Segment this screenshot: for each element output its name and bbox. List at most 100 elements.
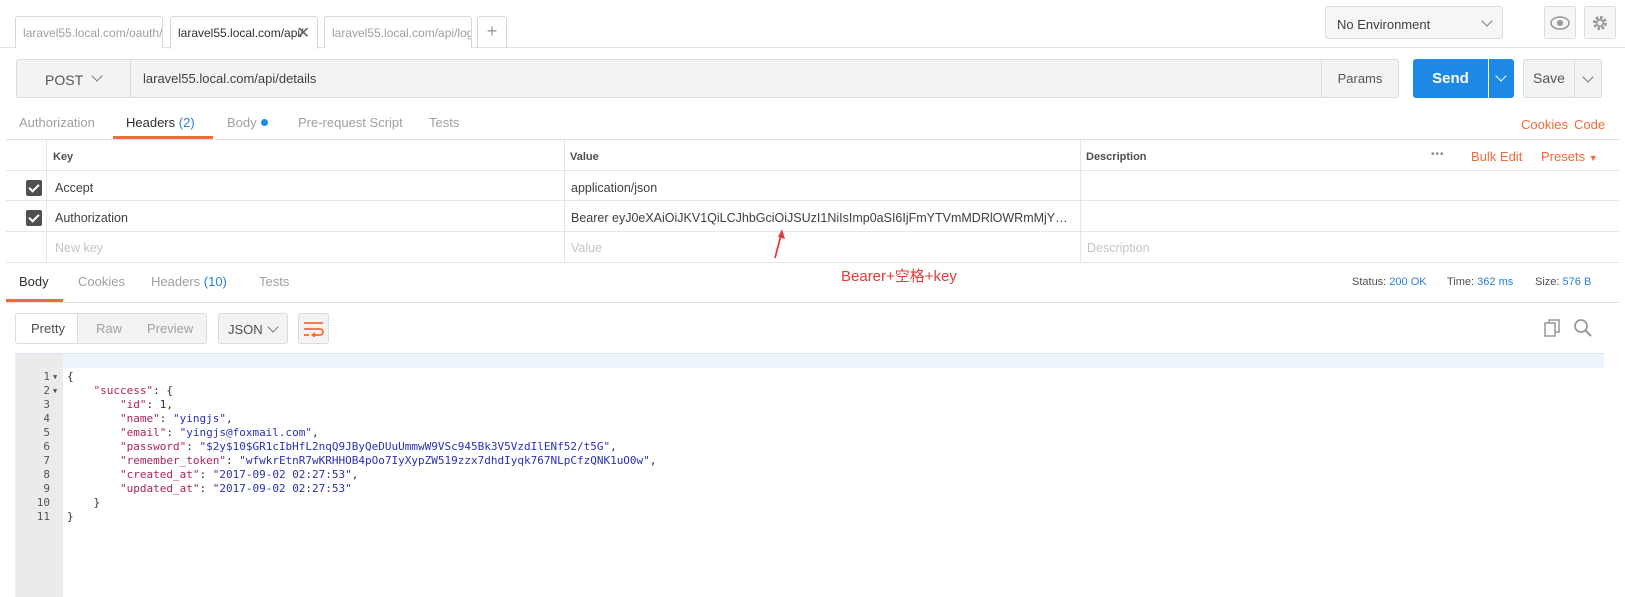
bulk-edit-link[interactable]: Bulk Edit <box>1471 149 1522 164</box>
annotation-arrow-icon <box>774 229 785 259</box>
presets-dropdown[interactable]: Presets ▼ <box>1541 149 1598 164</box>
presets-label: Presets <box>1541 149 1586 164</box>
time-value: 362 ms <box>1477 276 1514 288</box>
code-line: 4 "name": "yingjs", <box>15 398 1604 425</box>
header-value-cell[interactable]: Bearer eyJ0eXAiOiJKV1QiLCJhbGciOiJSUzI1N… <box>571 211 1071 225</box>
wrap-lines-icon <box>304 322 324 338</box>
tab-headers-label: Headers <box>126 115 176 130</box>
code-line: 9 "updated_at": "2017-09-02 02:27:53" <box>15 468 1604 495</box>
format-button-group: Pretty Raw Preview <box>15 313 207 344</box>
request-tab-2[interactable]: laravel55.local.com/api/ ✕ <box>170 16 318 49</box>
header-enabled-checkbox[interactable] <box>26 210 42 226</box>
chevron-down-icon <box>91 70 103 82</box>
time-label: Time: <box>1447 276 1475 288</box>
new-description-input[interactable]: Description <box>1087 241 1150 255</box>
row-divider <box>6 262 1619 263</box>
tab-label: laravel55.local.com/api/ <box>178 26 304 40</box>
method-select[interactable]: POST <box>16 59 130 98</box>
column-header-key: Key <box>53 151 74 163</box>
time-readout: Time: 362 ms <box>1447 276 1513 288</box>
size-value: 576 B <box>1562 276 1592 288</box>
response-format-value: JSON <box>228 322 263 337</box>
new-key-input[interactable]: New key <box>55 241 103 255</box>
response-tab-cookies[interactable]: Cookies <box>78 274 125 289</box>
code-line: 3 "id": 1, <box>15 384 1604 411</box>
save-dropdown-button[interactable] <box>1574 59 1602 98</box>
tab-body-label: Body <box>227 115 257 130</box>
manage-environments-button[interactable] <box>1584 6 1616 39</box>
tab-headers[interactable]: Headers (2) <box>126 115 195 130</box>
close-icon[interactable]: ✕ <box>297 23 310 43</box>
status-readout: Status: 200 OK <box>1352 276 1427 288</box>
code-line: 10 } <box>15 482 1604 509</box>
gear-icon <box>1593 16 1607 30</box>
response-tab-body[interactable]: Body <box>19 274 49 289</box>
status-label: Status: <box>1352 276 1387 288</box>
chevron-down-icon <box>1495 70 1507 82</box>
new-value-input[interactable]: Value <box>571 241 602 255</box>
new-tab-button[interactable]: + <box>477 16 507 48</box>
environment-quick-look-button[interactable] <box>1544 6 1576 39</box>
body-dot-icon <box>260 119 268 126</box>
chevron-down-icon <box>267 321 279 333</box>
request-tab-1[interactable]: laravel55.local.com/oauth/t <box>15 16 163 48</box>
response-format-select[interactable]: JSON <box>218 313 288 344</box>
annotation-note: Bearer+空格+key <box>841 268 957 285</box>
code-line: 2 ▼ "success": { <box>15 370 1604 397</box>
cookies-link[interactable]: Cookies <box>1521 117 1568 132</box>
divider <box>6 139 1619 140</box>
size-readout: Size: 576 B <box>1535 276 1591 288</box>
pretty-button[interactable]: Pretty <box>31 321 65 336</box>
divider <box>6 302 1619 303</box>
tab-body[interactable]: Body <box>227 115 268 130</box>
header-key-cell[interactable]: Authorization <box>55 211 555 225</box>
header-value-cell[interactable]: application/json <box>571 181 1071 195</box>
request-tab-3[interactable]: laravel55.local.com/api/logi <box>324 16 472 48</box>
header-enabled-checkbox[interactable] <box>26 180 42 196</box>
code-line: 11} <box>15 496 1604 523</box>
code-line: 8 "created_at": "2017-09-02 02:27:53", <box>15 454 1604 481</box>
more-options-icon[interactable]: ••• <box>1431 149 1445 160</box>
params-button[interactable]: Params <box>1321 59 1399 98</box>
column-divider <box>1080 140 1081 262</box>
header-key-cell[interactable]: Accept <box>55 181 555 195</box>
response-tab-tests[interactable]: Tests <box>259 274 289 289</box>
environment-select[interactable]: No Environment <box>1325 6 1503 39</box>
chevron-down-icon <box>1481 15 1493 27</box>
chevron-down-icon <box>1582 71 1594 83</box>
code-line: 7 "remember_token": "wfwkrEtnR7wKRHHOB4p… <box>15 440 1604 467</box>
wrap-lines-button[interactable] <box>298 313 329 344</box>
send-dropdown-button[interactable] <box>1489 59 1514 98</box>
eye-icon <box>1550 16 1570 30</box>
code-link[interactable]: Code <box>1574 117 1605 132</box>
column-divider <box>564 140 565 262</box>
row-divider <box>6 200 1619 201</box>
tab-label: laravel55.local.com/api/logi <box>332 26 472 40</box>
line-number: 11 <box>36 510 50 523</box>
search-icon[interactable] <box>1573 318 1593 338</box>
send-button[interactable]: Send <box>1413 59 1488 98</box>
tab-tests[interactable]: Tests <box>429 115 459 130</box>
response-headers-count: (10) <box>203 274 227 289</box>
raw-button[interactable]: Raw <box>96 321 122 336</box>
tab-authorization[interactable]: Authorization <box>19 115 95 130</box>
preview-button[interactable]: Preview <box>147 321 193 336</box>
column-divider <box>46 140 47 262</box>
size-label: Size: <box>1535 276 1560 288</box>
tab-label: laravel55.local.com/oauth/t <box>23 26 163 40</box>
caret-down-icon: ▼ <box>1588 153 1598 163</box>
response-body-editor[interactable]: 1 ▼{ 2 ▼ "success": { 3 "id": 1, 4 "name":… <box>15 353 1604 597</box>
save-button[interactable]: Save <box>1523 59 1575 98</box>
column-header-value: Value <box>570 151 599 163</box>
code-line: 6 "password": "$2y$10$GR1cIbHfL2nqQ9JByQ… <box>15 426 1604 453</box>
row-divider <box>6 231 1619 232</box>
copy-icon[interactable] <box>1543 318 1563 338</box>
headers-count-badge: (2) <box>178 115 195 130</box>
row-divider <box>6 170 1619 171</box>
status-value: 200 OK <box>1389 276 1427 288</box>
tab-prerequest-script[interactable]: Pre-request Script <box>298 115 403 130</box>
column-header-description: Description <box>1086 151 1147 163</box>
url-input[interactable]: laravel55.local.com/api/details <box>130 59 1322 98</box>
response-tab-headers[interactable]: Headers (10) <box>151 274 227 289</box>
code-line: 1 ▼{ <box>15 356 1604 383</box>
